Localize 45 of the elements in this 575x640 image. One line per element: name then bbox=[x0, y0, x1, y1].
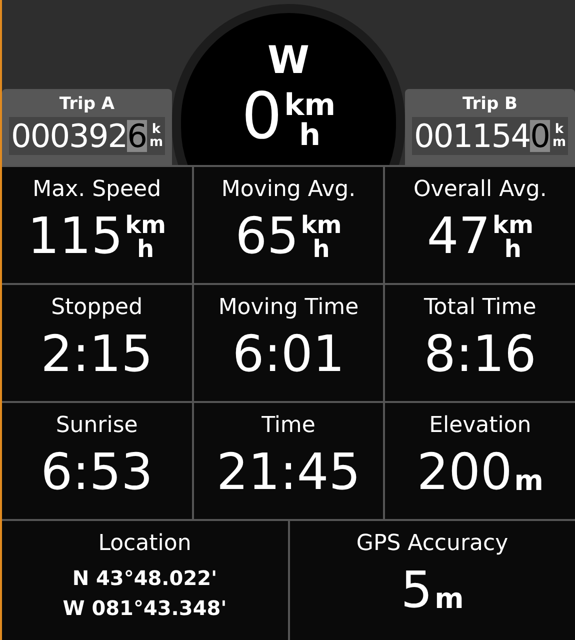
unit-label: km bbox=[300, 213, 342, 237]
coordinate-text: W 081°43.348' bbox=[62, 595, 227, 622]
field-label: Location bbox=[98, 530, 192, 558]
field-label: Overall Avg. bbox=[413, 176, 547, 204]
field-label: Moving Time bbox=[218, 294, 359, 322]
unit-label: h bbox=[137, 237, 154, 261]
unit-label: m bbox=[514, 467, 544, 495]
unit-label: km bbox=[125, 213, 166, 237]
unit-label: h bbox=[504, 237, 522, 261]
field-label: Moving Avg. bbox=[221, 176, 356, 204]
unit-label: km bbox=[284, 91, 336, 121]
odometer-digits: 000392 bbox=[10, 120, 128, 152]
unit-label: h bbox=[312, 237, 330, 261]
unit-label: h bbox=[299, 121, 321, 151]
field-label: Max. Speed bbox=[32, 176, 162, 204]
unit-label: k bbox=[554, 123, 564, 136]
trip-label: Trip B bbox=[462, 93, 518, 115]
odometer-digits: 001154 bbox=[414, 120, 530, 152]
unit-label: k bbox=[152, 123, 161, 136]
odometer-digit: 0 bbox=[530, 120, 550, 152]
coordinate-text: N 43°48.022' bbox=[72, 565, 218, 592]
field-value: 6:53 bbox=[40, 447, 153, 497]
field-value: 5 bbox=[400, 565, 433, 615]
field-value: 21:45 bbox=[216, 447, 361, 497]
compass-heading: W bbox=[268, 41, 310, 79]
field-value: 8:16 bbox=[424, 329, 536, 379]
field-label: GPS Accuracy bbox=[356, 530, 508, 558]
odometer-digit: 6 bbox=[127, 120, 148, 152]
unit-label: km bbox=[492, 213, 534, 237]
trip-label: Trip A bbox=[59, 93, 115, 115]
field-value: 200 bbox=[416, 447, 512, 497]
field-label: Total Time bbox=[424, 294, 536, 322]
field-label: Elevation bbox=[429, 412, 532, 440]
field-value: 6:01 bbox=[232, 329, 345, 379]
unit-label: m bbox=[149, 136, 164, 149]
field-value: 47 bbox=[426, 211, 490, 261]
field-label: Stopped bbox=[51, 294, 143, 322]
field-label: Sunrise bbox=[56, 412, 138, 440]
field-value: 2:15 bbox=[40, 329, 153, 379]
unit-label: m bbox=[434, 585, 464, 613]
field-label: Time bbox=[262, 412, 316, 440]
unit-label: m bbox=[552, 136, 566, 149]
field-value: 65 bbox=[235, 211, 299, 261]
speed-value: 0 bbox=[242, 85, 282, 149]
field-value: 115 bbox=[28, 211, 124, 261]
